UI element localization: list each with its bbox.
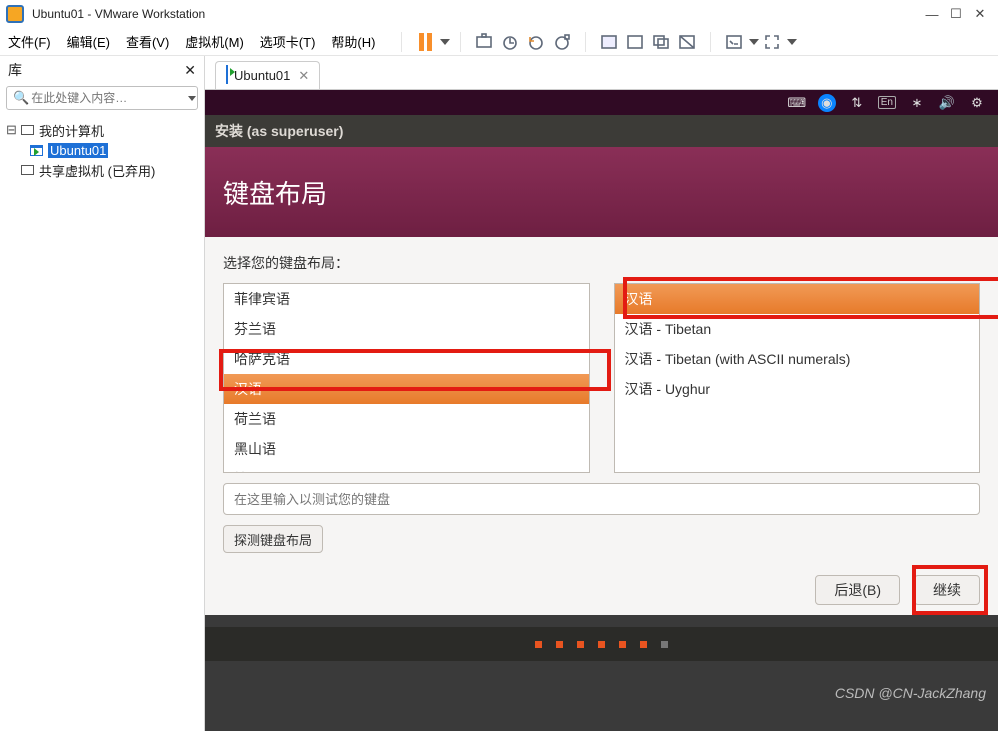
list-item[interactable]: 黑山语 xyxy=(224,434,589,464)
progress-dot xyxy=(640,641,647,648)
tab-ubuntu01[interactable]: Ubuntu01 ✕ xyxy=(215,61,320,89)
computer-icon xyxy=(19,123,35,137)
app-icon xyxy=(6,5,24,23)
snapshot-icon[interactable] xyxy=(497,29,523,55)
tab-label: Ubuntu01 xyxy=(234,68,290,83)
tabbar: Ubuntu01 ✕ xyxy=(205,56,998,90)
fullscreen-icon[interactable] xyxy=(759,29,785,55)
separator xyxy=(710,32,711,52)
vm-running-icon xyxy=(226,68,228,83)
menu-help[interactable]: 帮助(H) xyxy=(331,32,375,51)
menu-vm[interactable]: 虚拟机(M) xyxy=(185,32,244,51)
detect-layout-button[interactable]: 探测键盘布局 xyxy=(223,525,323,553)
keyboard-test-input[interactable] xyxy=(223,483,980,515)
console-view-icon[interactable] xyxy=(721,29,747,55)
sidebar-close-icon[interactable]: ✕ xyxy=(184,62,196,79)
input-lang-indicator[interactable]: En xyxy=(878,96,896,109)
menu-tabs[interactable]: 选项卡(T) xyxy=(260,32,316,51)
accessibility-icon[interactable]: ◉ xyxy=(818,94,836,112)
progress-dot xyxy=(598,641,605,648)
tree-vm-label: Ubuntu01 xyxy=(48,143,108,158)
list-item-selected[interactable]: 汉语 xyxy=(224,374,589,404)
list-item[interactable]: 菲律宾语 xyxy=(224,284,589,314)
installer-title: 安装 (as superuser) xyxy=(215,121,343,141)
list-item[interactable]: 芬兰语 xyxy=(224,314,589,344)
tree-vm-item[interactable]: Ubuntu01 xyxy=(6,140,198,160)
menu-view[interactable]: 查看(V) xyxy=(126,32,169,51)
tree-root[interactable]: ⊟ 我的计算机 xyxy=(6,120,198,140)
sidebar-search-input[interactable] xyxy=(29,90,188,106)
network-icon[interactable]: ⇅ xyxy=(848,94,866,112)
installer-hero: 键盘布局 xyxy=(205,147,998,237)
list-item[interactable]: 荷兰语 xyxy=(224,404,589,434)
shared-vms-icon xyxy=(19,163,35,177)
sidebar-header: 库 xyxy=(8,60,22,80)
installer-titlebar: 安装 (as superuser) xyxy=(205,115,998,147)
watermark: CSDN @CN-JackZhang xyxy=(835,685,986,701)
progress-dot xyxy=(535,641,542,648)
view-thumbnail-icon[interactable] xyxy=(674,29,700,55)
separator xyxy=(460,32,461,52)
back-button[interactable]: 后退(B) xyxy=(815,575,900,605)
send-ctrl-alt-del-icon[interactable] xyxy=(471,29,497,55)
menu-file[interactable]: 文件(F) xyxy=(8,32,51,51)
close-button[interactable]: ✕ xyxy=(968,6,992,22)
installer-hero-title: 键盘布局 xyxy=(223,174,327,211)
chevron-down-icon[interactable] xyxy=(188,96,196,101)
pause-button[interactable] xyxy=(412,29,438,55)
sidebar-tree: ⊟ 我的计算机 Ubuntu01 共享虚拟机 (已弃用) xyxy=(0,116,204,184)
view-multi-icon[interactable] xyxy=(648,29,674,55)
vm-running-icon xyxy=(28,143,44,157)
progress-dot xyxy=(661,641,668,648)
list-item[interactable]: 捷克 xyxy=(224,464,589,473)
bluetooth-icon[interactable]: ∗ xyxy=(908,94,926,112)
continue-button[interactable]: 继续 xyxy=(914,575,980,605)
sidebar-search[interactable]: 🔍 xyxy=(6,86,198,110)
keyboard-layout-right-list[interactable]: 汉语 汉语 - Tibetan 汉语 - Tibetan (with ASCII… xyxy=(614,283,981,473)
ubuntu-top-panel: ⌨ ◉ ⇅ En ∗ 🔊 ⚙ xyxy=(205,90,998,115)
sidebar: 库 ✕ 🔍 ⊟ 我的计算机 Ubuntu01 共享虚拟机 (已弃用) xyxy=(0,56,205,731)
tree-shared-label: 共享虚拟机 (已弃用) xyxy=(39,161,155,180)
list-item[interactable]: 哈萨克语 xyxy=(224,344,589,374)
keyboard-icon[interactable]: ⌨ xyxy=(788,94,806,112)
tab-close-icon[interactable]: ✕ xyxy=(298,68,309,84)
progress-dot xyxy=(577,641,584,648)
installer-prompt: 选择您的键盘布局： xyxy=(223,253,980,273)
keyboard-layout-left-list[interactable]: 菲律宾语 芬兰语 哈萨克语 汉语 荷兰语 黑山语 捷克 xyxy=(223,283,590,473)
console-dropdown-icon[interactable] xyxy=(749,39,759,45)
separator xyxy=(401,32,402,52)
view-console-icon[interactable] xyxy=(622,29,648,55)
snapshot-manager-icon[interactable] xyxy=(549,29,575,55)
progress-dots xyxy=(205,627,998,661)
view-single-icon[interactable] xyxy=(596,29,622,55)
menu-edit[interactable]: 编辑(E) xyxy=(67,32,110,51)
snapshot-revert-icon[interactable] xyxy=(523,29,549,55)
minimize-button[interactable]: — xyxy=(920,7,944,22)
separator xyxy=(585,32,586,52)
sound-icon[interactable]: 🔊 xyxy=(938,94,956,112)
tree-root-label: 我的计算机 xyxy=(39,121,104,140)
power-dropdown-icon[interactable] xyxy=(440,39,450,45)
list-item[interactable]: 汉语 - Tibetan xyxy=(615,314,980,344)
tree-twisty-open-icon[interactable]: ⊟ xyxy=(6,122,17,138)
fullscreen-dropdown-icon[interactable] xyxy=(787,39,797,45)
list-item[interactable]: 汉语 - Tibetan (with ASCII numerals) xyxy=(615,344,980,374)
list-item[interactable]: 汉语 - Uyghur xyxy=(615,374,980,404)
tree-shared-item[interactable]: 共享虚拟机 (已弃用) xyxy=(6,160,198,180)
progress-dot xyxy=(619,641,626,648)
progress-dot xyxy=(556,641,563,648)
search-icon: 🔍 xyxy=(13,90,29,106)
vm-display[interactable]: ⌨ ◉ ⇅ En ∗ 🔊 ⚙ 安装 (as superuser) 键盘布局 选择… xyxy=(205,90,998,731)
installer-body: 选择您的键盘布局： 菲律宾语 芬兰语 哈萨克语 汉语 荷兰语 黑山语 捷克 xyxy=(205,237,998,615)
maximize-button[interactable]: ☐ xyxy=(944,6,968,22)
menubar: 文件(F) 编辑(E) 查看(V) 虚拟机(M) 选项卡(T) 帮助(H) xyxy=(0,28,998,56)
list-item-selected[interactable]: 汉语 xyxy=(615,284,980,314)
titlebar: Ubuntu01 - VMware Workstation — ☐ ✕ xyxy=(0,0,998,28)
window-title: Ubuntu01 - VMware Workstation xyxy=(32,7,920,21)
gear-icon[interactable]: ⚙ xyxy=(968,94,986,112)
